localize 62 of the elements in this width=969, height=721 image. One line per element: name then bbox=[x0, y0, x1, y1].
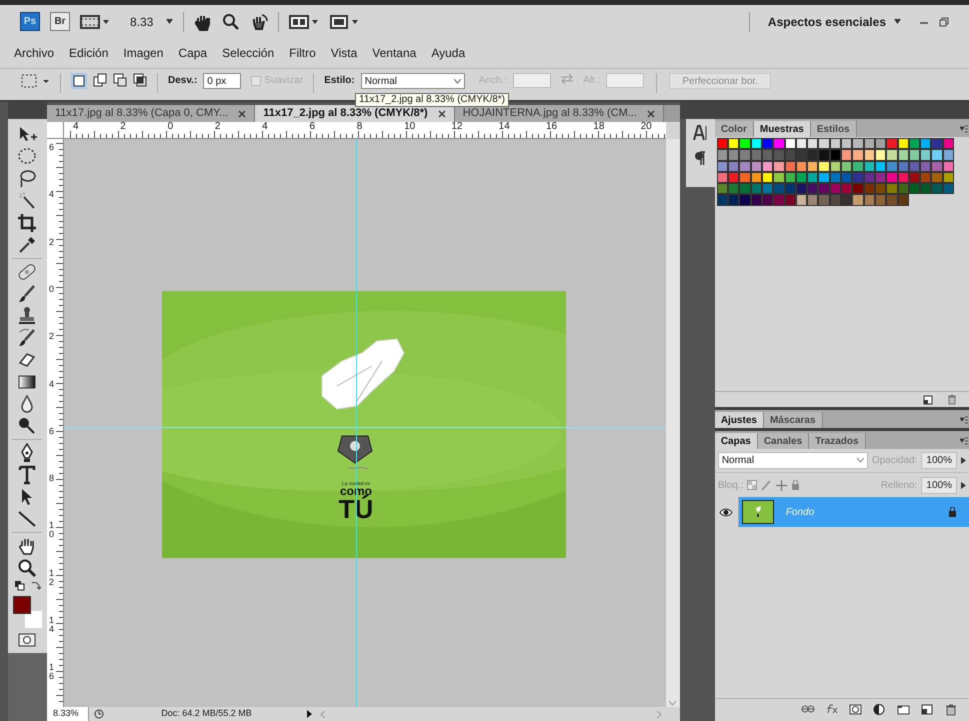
ruler-number: 12 bbox=[451, 122, 462, 133]
style-dropdown[interactable]: Normal bbox=[360, 73, 465, 89]
zoom-dropdown[interactable]: 8.33 bbox=[130, 12, 174, 30]
fill-label: Relleno: bbox=[880, 478, 918, 492]
style-label: Estilo: bbox=[324, 74, 355, 88]
ruler-number: 20 bbox=[640, 122, 652, 133]
ruler-number: 8 bbox=[48, 474, 55, 484]
blend-mode-dropdown[interactable]: Normal bbox=[718, 452, 868, 469]
menu-item[interactable]: Imagen bbox=[123, 44, 164, 62]
document-tab[interactable]: HOJAINTERNA.jpg al 8.33% (CM... bbox=[454, 105, 664, 122]
ruler-number: 6 bbox=[48, 143, 55, 152]
menu-item[interactable]: Capa bbox=[178, 44, 208, 62]
ruler-number: 4 bbox=[48, 190, 55, 200]
ruler-number: 18 bbox=[593, 122, 604, 133]
zoom-field[interactable]: 8.33% bbox=[46, 707, 89, 721]
ruler-number: 14 bbox=[48, 616, 55, 634]
opacity-label: Opacidad: bbox=[872, 454, 918, 468]
menu-item[interactable]: Archivo bbox=[14, 44, 54, 62]
ruler-number: 12 bbox=[48, 568, 55, 587]
panel-tab[interactable]: Máscaras bbox=[764, 412, 823, 428]
menu-item[interactable]: Ventana bbox=[372, 44, 416, 62]
ruler-number: 10 bbox=[48, 521, 55, 540]
opacity-field[interactable]: 100% bbox=[921, 452, 957, 469]
ruler-number: 4 bbox=[262, 122, 268, 133]
ruler-number: 0 bbox=[168, 122, 174, 133]
ruler-number: 2 bbox=[214, 122, 220, 133]
panel-tab[interactable]: Trazados bbox=[809, 433, 866, 449]
menu-item[interactable]: Edición bbox=[69, 44, 108, 62]
tooltip: 11x17_2.jpg al 8.33% (CMYK/8*) bbox=[355, 93, 510, 107]
app-logo[interactable]: Br bbox=[50, 12, 70, 31]
feather-field[interactable]: 0 px bbox=[203, 73, 242, 89]
document-tab[interactable]: 11x17_2.jpg al 8.33% (CMYK/8*) bbox=[255, 105, 455, 122]
panel-tab[interactable]: Muestras bbox=[754, 121, 811, 137]
ruler-number: 6 bbox=[48, 426, 55, 436]
ruler-number: 16 bbox=[48, 663, 55, 682]
ruler-number: 16 bbox=[546, 122, 558, 133]
ruler-number: 4 bbox=[72, 122, 79, 133]
ruler-number: 10 bbox=[404, 122, 416, 133]
workspace-dropdown[interactable]: Aspectos esenciales bbox=[768, 12, 901, 30]
ruler-number: 8 bbox=[356, 122, 362, 133]
ruler-number: 2 bbox=[48, 238, 55, 247]
panel-tab[interactable]: Capas bbox=[714, 433, 758, 449]
lock-label: Bloq.: bbox=[718, 478, 744, 492]
fill-field[interactable]: 100% bbox=[921, 476, 957, 494]
menu-item[interactable]: Vista bbox=[330, 44, 358, 62]
ruler-number: 14 bbox=[498, 122, 510, 133]
panel-tab[interactable]: Estilos bbox=[810, 121, 857, 137]
menu-item[interactable]: Filtro bbox=[289, 44, 316, 62]
panel-tab[interactable]: Color bbox=[714, 121, 754, 137]
ruler-number: 2 bbox=[48, 332, 55, 342]
menu-item[interactable]: Ayuda bbox=[431, 44, 466, 62]
document-tab[interactable]: 11x17.jpg al 8.33% (Capa 0, CMY... bbox=[46, 105, 256, 122]
ruler-number: 4 bbox=[48, 380, 55, 388]
menu-item[interactable]: Selección bbox=[222, 44, 274, 62]
ruler-number: 6 bbox=[309, 122, 316, 133]
ruler-number: 2 bbox=[120, 122, 126, 133]
document-size: Doc: 64.2 MB/55.2 MB bbox=[160, 707, 253, 720]
feather-label: Desv.: bbox=[168, 74, 198, 88]
layer-name: Fondo bbox=[786, 506, 816, 520]
panel-tab[interactable]: Ajustes bbox=[714, 412, 764, 428]
panel-tab[interactable]: Canales bbox=[758, 433, 810, 449]
ruler-number: 0 bbox=[48, 284, 55, 294]
